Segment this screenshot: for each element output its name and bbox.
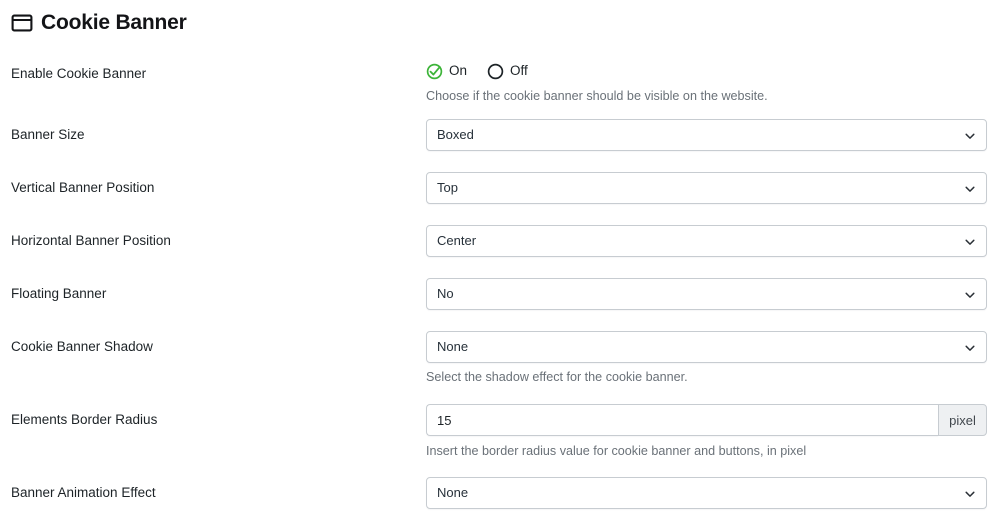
browser-window-icon: [11, 12, 33, 34]
select-wrap-horizontal-banner-position: Center: [426, 225, 987, 257]
help-enable-cookie-banner: Choose if the cookie banner should be vi…: [426, 89, 768, 103]
help-cookie-banner-shadow: Select the shadow effect for the cookie …: [426, 370, 688, 384]
label-vertical-banner-position: Vertical Banner Position: [11, 180, 155, 195]
select-banner-animation-effect[interactable]: None: [426, 477, 987, 509]
label-elements-border-radius: Elements Border Radius: [11, 412, 158, 427]
label-banner-size: Banner Size: [11, 127, 85, 142]
label-enable-cookie-banner: Enable Cookie Banner: [11, 66, 147, 81]
label-cookie-banner-shadow: Cookie Banner Shadow: [11, 339, 153, 354]
select-banner-size[interactable]: Boxed: [426, 119, 987, 151]
radio-label-on: On: [449, 63, 468, 78]
control-floating-banner: No: [426, 278, 987, 310]
control-elements-border-radius: pixel Insert the border radius value for…: [426, 404, 987, 460]
select-wrap-vertical-banner-position: Top: [426, 172, 987, 204]
section-header: Cookie Banner: [11, 10, 187, 36]
circle-icon: [487, 63, 504, 80]
page-title: Cookie Banner: [41, 11, 187, 34]
help-elements-border-radius: Insert the border radius value for cooki…: [426, 444, 807, 458]
control-cookie-banner-shadow: None Select the shadow effect for the co…: [426, 331, 987, 386]
select-floating-banner[interactable]: No: [426, 278, 987, 310]
elements-border-radius-input[interactable]: [426, 404, 938, 436]
select-cookie-banner-shadow[interactable]: None: [426, 331, 987, 363]
radio-option-on[interactable]: On: [426, 62, 467, 80]
control-banner-size: Boxed: [426, 119, 987, 151]
control-vertical-banner-position: Top: [426, 172, 987, 204]
radio-option-off[interactable]: Off: [487, 62, 528, 80]
select-horizontal-banner-position[interactable]: Center: [426, 225, 987, 257]
check-circle-icon: [426, 63, 443, 80]
select-wrap-banner-animation-effect: None: [426, 477, 987, 509]
select-wrap-floating-banner: No: [426, 278, 987, 310]
radio-label-off: Off: [510, 63, 528, 78]
settings-page: Cookie Banner Enable Cookie Banner On Of…: [0, 0, 1000, 523]
select-vertical-banner-position[interactable]: Top: [426, 172, 987, 204]
label-floating-banner: Floating Banner: [11, 286, 107, 301]
input-addon-unit: pixel: [938, 404, 987, 436]
control-horizontal-banner-position: Center: [426, 225, 987, 257]
label-horizontal-banner-position: Horizontal Banner Position: [11, 233, 171, 248]
select-wrap-cookie-banner-shadow: None: [426, 331, 987, 363]
select-wrap-banner-size: Boxed: [426, 119, 987, 151]
input-group-elements-border-radius: pixel: [426, 404, 987, 436]
control-enable-cookie-banner: On Off Choose if the cookie banner shoul…: [426, 62, 987, 105]
control-banner-animation-effect: None: [426, 477, 987, 509]
label-banner-animation-effect: Banner Animation Effect: [11, 485, 156, 500]
radio-group-enable-cookie-banner: On Off: [426, 62, 987, 80]
